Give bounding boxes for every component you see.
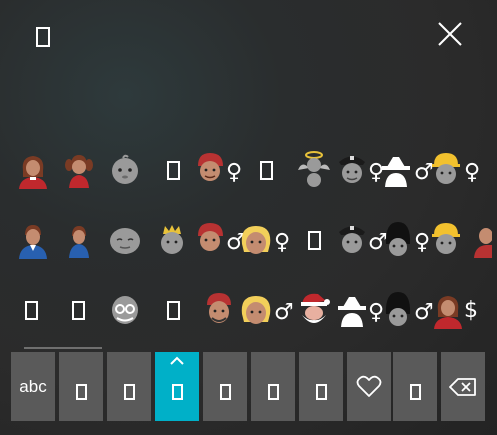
man-emoji[interactable] bbox=[11, 218, 55, 262]
baby-icon bbox=[112, 154, 138, 184]
unsupported-glyph-icon bbox=[71, 300, 85, 320]
unsupported-glyph-icon bbox=[315, 383, 327, 400]
backspace-icon bbox=[449, 377, 476, 396]
unsupported-glyph-icon bbox=[123, 383, 135, 400]
construction-worker-emoji[interactable] bbox=[424, 148, 468, 192]
unsupported-glyph-icon bbox=[259, 160, 273, 180]
unsupported-glyph-icon bbox=[307, 230, 321, 250]
category-button[interactable] bbox=[203, 352, 247, 421]
dollar-sign-icon: $ bbox=[464, 298, 478, 323]
man-emoji[interactable] bbox=[466, 218, 497, 262]
emoji-row: ♂ ♀ bbox=[0, 218, 497, 278]
construction-worker-emoji[interactable] bbox=[424, 218, 468, 262]
female-sign-icon: ♀ bbox=[464, 160, 481, 185]
male-sign-icon: ♂ bbox=[274, 300, 294, 325]
category-button[interactable] bbox=[299, 352, 343, 421]
unsupported-glyph-icon bbox=[219, 383, 231, 400]
police-officer-icon bbox=[339, 226, 365, 253]
woman-icon bbox=[19, 156, 47, 189]
princess-icon bbox=[161, 225, 183, 254]
emoji-row: ♂ ♀ bbox=[0, 288, 497, 348]
category-bar: abc bbox=[0, 352, 497, 435]
person-with-blond-hair-emoji[interactable] bbox=[234, 288, 278, 332]
unsupported-glyph-icon bbox=[409, 383, 421, 400]
older-person-emoji[interactable] bbox=[103, 218, 147, 262]
unsupported-glyph-icon bbox=[24, 300, 38, 320]
boy-emoji[interactable] bbox=[57, 218, 101, 262]
boy-icon bbox=[69, 226, 89, 258]
unsupported-glyph-icon bbox=[36, 27, 50, 47]
category-button[interactable] bbox=[59, 352, 103, 421]
abc-label: abc bbox=[19, 376, 47, 396]
heart-icon bbox=[356, 375, 382, 397]
unsupported-emoji[interactable] bbox=[151, 288, 195, 332]
category-button-selected[interactable] bbox=[155, 352, 199, 421]
turban-icon bbox=[198, 153, 223, 181]
unsupported-emoji[interactable] bbox=[56, 288, 100, 332]
favorites-button[interactable] bbox=[347, 352, 391, 421]
unsupported-emoji[interactable] bbox=[244, 148, 288, 192]
woman-emoji[interactable] bbox=[11, 148, 55, 192]
close-icon bbox=[438, 22, 462, 46]
emoji-panel: ♀ ♀ ♂ ♀ ♂ ♀ ♂ ♀ ♂ ♀ ♂ $ abc bbox=[0, 0, 497, 435]
person-with-blond-hair-emoji[interactable] bbox=[234, 218, 278, 262]
blond-hair-icon bbox=[241, 296, 271, 324]
unsupported-emoji[interactable] bbox=[9, 288, 53, 332]
unsupported-glyph-icon bbox=[75, 383, 87, 400]
backspace-button[interactable] bbox=[441, 352, 485, 421]
category-button[interactable] bbox=[107, 352, 151, 421]
detective-icon bbox=[382, 157, 410, 187]
emoji-grid: ♀ ♀ ♂ ♀ ♂ ♀ ♂ ♀ ♂ ♀ ♂ $ bbox=[0, 140, 497, 350]
girl-icon bbox=[65, 155, 93, 188]
man-icon bbox=[19, 225, 47, 259]
unsupported-glyph-icon bbox=[267, 383, 279, 400]
santa-icon bbox=[301, 293, 330, 323]
female-sign-icon: ♀ bbox=[274, 230, 291, 255]
turban-icon bbox=[198, 223, 223, 251]
older-person-icon bbox=[110, 228, 140, 254]
detective-icon bbox=[338, 297, 366, 327]
police-officer-icon bbox=[339, 156, 365, 183]
baby-emoji[interactable] bbox=[103, 148, 147, 192]
emoji-row: ♀ ♀ ♂ ♀ bbox=[0, 148, 497, 208]
girl-emoji[interactable] bbox=[57, 148, 101, 192]
unsupported-glyph-icon bbox=[166, 300, 180, 320]
angel-icon bbox=[298, 151, 330, 187]
woman-icon bbox=[434, 296, 462, 329]
caret-up-icon bbox=[170, 356, 184, 365]
blond-hair-icon bbox=[241, 226, 271, 254]
category-button[interactable] bbox=[393, 352, 437, 421]
cap-icon bbox=[207, 293, 231, 323]
guardsman-icon bbox=[385, 222, 411, 256]
unsupported-glyph-icon bbox=[171, 383, 183, 400]
older-man-emoji[interactable] bbox=[103, 288, 147, 332]
category-button[interactable] bbox=[251, 352, 295, 421]
older-man-icon bbox=[112, 296, 138, 324]
close-button[interactable] bbox=[428, 12, 472, 56]
guardsman-icon bbox=[385, 292, 411, 326]
construction-worker-icon bbox=[432, 223, 460, 254]
scroll-indicator bbox=[24, 347, 102, 349]
female-sign-icon: ♀ bbox=[226, 160, 243, 185]
unsupported-glyph-icon bbox=[166, 160, 180, 180]
abc-button[interactable]: abc bbox=[11, 352, 55, 421]
man-icon bbox=[473, 228, 492, 258]
detective-emoji[interactable] bbox=[374, 148, 418, 192]
construction-worker-icon bbox=[432, 153, 460, 184]
